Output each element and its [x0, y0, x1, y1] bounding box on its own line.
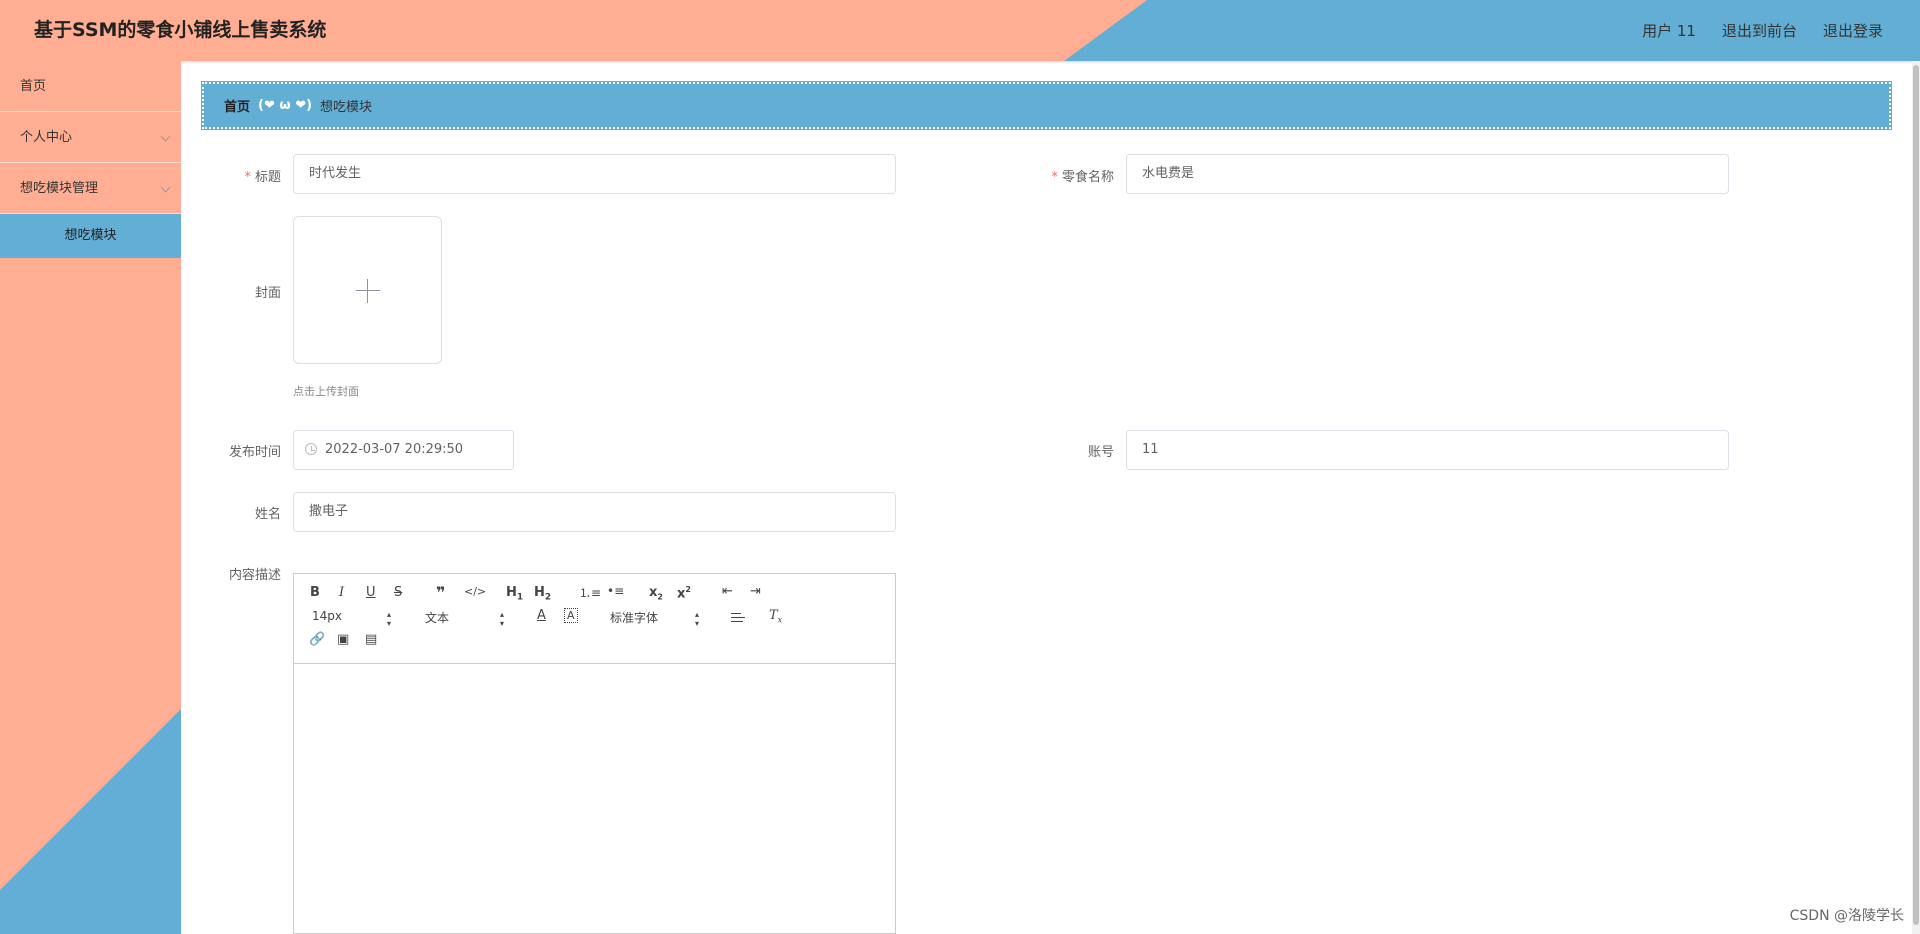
select-arrows-icon: ▴ ▾ [500, 610, 505, 628]
superscript-icon[interactable]: x2 [677, 585, 691, 601]
header-nav: 用户 11 退出到前台 退出登录 [1642, 0, 1883, 61]
name-label: 姓名 [254, 507, 281, 522]
font-color-icon[interactable]: A [537, 608, 546, 623]
select-arrows-icon: ▴ ▾ [387, 610, 392, 628]
sidebar: 首页 个人中心 想吃模块管理 想吃模块 [0, 61, 181, 934]
indent-decrease-icon[interactable]: ⇤ [722, 584, 733, 599]
content-desc-label: 内容描述 [228, 568, 281, 583]
title-input[interactable]: 时代发生 [293, 154, 896, 194]
clock-icon [305, 443, 317, 455]
chevron-down-icon [160, 182, 171, 193]
header-2-icon[interactable]: H2 [534, 585, 551, 603]
cover-label: 封面 [254, 286, 281, 301]
required-mark: * [1051, 170, 1058, 185]
strikethrough-icon[interactable]: S [394, 585, 402, 600]
name-input[interactable]: 撒电子 [293, 492, 896, 532]
rich-text-editor: B I U S ❞ </> H1 H2 ⒈≡ •≡ x2 x2 ⇤ ⇥ 14px… [293, 573, 896, 934]
top-header: 基于SSM的零食小铺线上售卖系统 用户 11 退出到前台 退出登录 [0, 0, 1920, 61]
editor-toolbar: B I U S ❞ </> H1 H2 ⒈≡ •≡ x2 x2 ⇤ ⇥ 14px… [294, 574, 895, 664]
breadcrumb-separator: (❤ ω ❤) [258, 98, 313, 113]
breadcrumb-home[interactable]: 首页 [224, 96, 250, 115]
sidebar-subitem-wish-module[interactable]: 想吃模块 [0, 214, 181, 258]
chevron-down-icon [160, 131, 171, 142]
subscript-icon[interactable]: x2 [649, 585, 663, 602]
title-label: * 标题 [244, 170, 281, 185]
current-user: 用户 11 [1642, 22, 1696, 40]
cover-upload-tip: 点击上传封面 [293, 385, 359, 398]
image-icon[interactable]: ▣ [337, 632, 349, 647]
align-left-icon[interactable] [731, 613, 745, 625]
background-color-icon[interactable]: A [564, 608, 578, 623]
indent-increase-icon[interactable]: ⇥ [750, 584, 761, 599]
header-shadow [0, 61, 1920, 64]
sidebar-item-label: 想吃模块管理 [20, 181, 99, 196]
breadcrumb: 首页 (❤ ω ❤) 想吃模块 [201, 81, 1892, 130]
ordered-list-icon[interactable]: ⒈≡ [579, 584, 601, 601]
watermark: CSDN @洛陵学长 [1789, 908, 1904, 924]
sidebar-item-label: 个人中心 [20, 130, 73, 145]
publish-time-input[interactable]: 2022-03-07 20:29:50 [293, 430, 514, 470]
account-label: 账号 [1087, 445, 1114, 460]
snack-name-label: * 零食名称 [1051, 170, 1114, 185]
required-mark: * [244, 170, 251, 185]
scrollbar-thumb[interactable] [1913, 65, 1919, 925]
editor-content-area[interactable] [294, 664, 895, 934]
underline-icon[interactable]: U [366, 585, 376, 600]
video-icon[interactable]: ▤ [365, 632, 377, 647]
sidebar-item-home[interactable]: 首页 [0, 61, 181, 112]
code-block-icon[interactable]: </> [464, 585, 486, 598]
page-scrollbar[interactable] [1912, 61, 1920, 934]
breadcrumb-current: 想吃模块 [320, 100, 373, 115]
clear-format-icon[interactable]: Tx [769, 608, 782, 625]
bullet-list-icon[interactable]: •≡ [607, 584, 624, 598]
sidebar-item-personal-center[interactable]: 个人中心 [0, 112, 181, 163]
link-icon[interactable]: 🔗 [309, 632, 325, 647]
sidebar-item-wish-module-manage[interactable]: 想吃模块管理 [0, 163, 181, 214]
blockquote-icon[interactable]: ❞ [436, 583, 445, 602]
select-arrows-icon: ▴ ▾ [695, 610, 700, 628]
font-size-select[interactable]: 14px [312, 609, 342, 623]
bold-icon[interactable]: B [310, 585, 320, 600]
font-family-select[interactable]: 标准字体 [610, 609, 658, 626]
sidebar-item-label: 想吃模块 [64, 228, 117, 243]
account-input[interactable]: 11 [1126, 430, 1729, 470]
italic-icon[interactable]: I [339, 585, 344, 600]
sidebar-item-label: 首页 [20, 79, 47, 94]
app-title: 基于SSM的零食小铺线上售卖系统 [34, 19, 327, 41]
exit-to-front-link[interactable]: 退出到前台 [1722, 20, 1797, 41]
publish-time-label: 发布时间 [228, 445, 281, 460]
header-1-icon[interactable]: H1 [506, 585, 523, 603]
header-select[interactable]: 文本 [425, 609, 449, 626]
logout-link[interactable]: 退出登录 [1823, 20, 1883, 41]
plus-icon [356, 290, 380, 291]
plus-icon-vertical [367, 279, 368, 303]
cover-upload[interactable] [293, 216, 442, 364]
sidebar-menu: 首页 个人中心 想吃模块管理 想吃模块 [0, 61, 181, 258]
snack-name-input[interactable]: 水电费是 [1126, 154, 1729, 194]
